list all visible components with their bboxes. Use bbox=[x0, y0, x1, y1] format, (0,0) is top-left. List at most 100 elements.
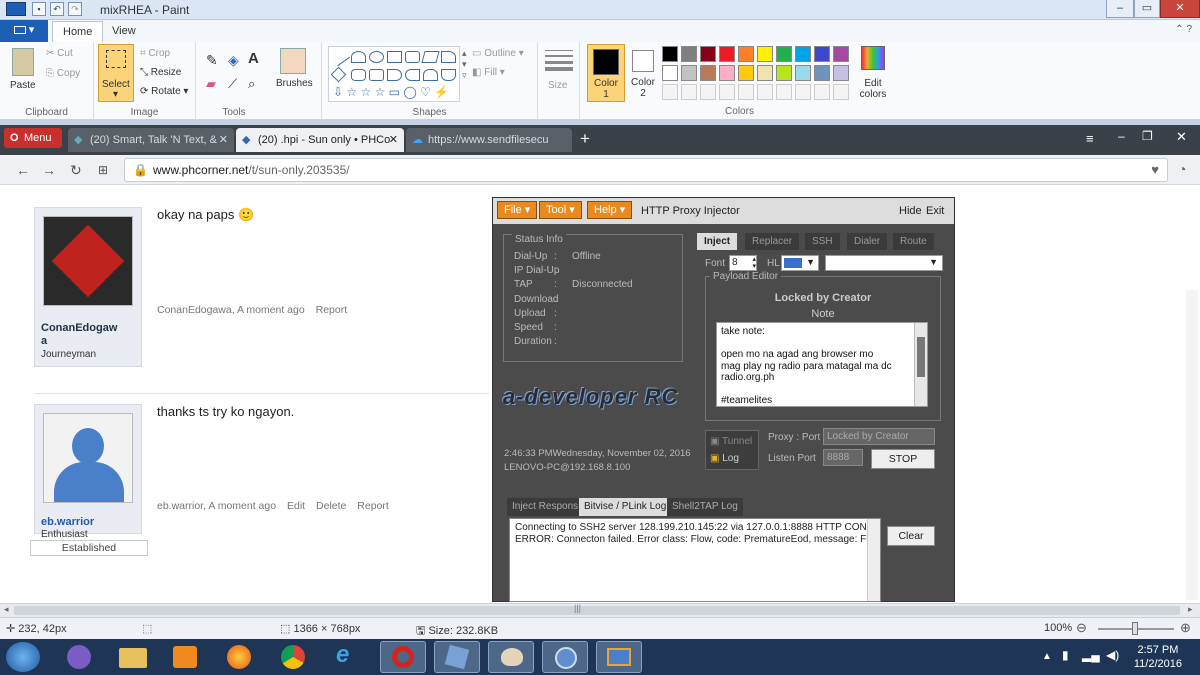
color2-button[interactable]: Color 2 bbox=[628, 44, 658, 102]
palette-swatch[interactable] bbox=[814, 46, 830, 62]
eraser-icon[interactable]: ▰ bbox=[206, 76, 216, 92]
volume-icon[interactable]: ◀) bbox=[1106, 648, 1119, 662]
log-check[interactable]: ▣ Log bbox=[710, 453, 739, 464]
palette-empty-swatch[interactable] bbox=[833, 84, 849, 100]
zoom-in-icon[interactable]: ⊕ bbox=[1180, 620, 1191, 636]
browser-minimize-icon[interactable]: – bbox=[1118, 129, 1125, 143]
palette-empty-swatch[interactable] bbox=[681, 84, 697, 100]
palette-swatch[interactable] bbox=[681, 65, 697, 81]
palette-swatch[interactable] bbox=[738, 46, 754, 62]
zoom-slider[interactable] bbox=[1098, 622, 1174, 635]
viber-icon[interactable] bbox=[56, 641, 102, 673]
palette-empty-swatch[interactable] bbox=[776, 84, 792, 100]
palette-empty-swatch[interactable] bbox=[738, 84, 754, 100]
tab-replacer[interactable]: Replacer bbox=[745, 233, 800, 250]
browser-close-icon[interactable]: ✕ bbox=[1176, 129, 1187, 145]
taskbar-clock[interactable]: 2:57 PM 11/2/2016 bbox=[1134, 643, 1182, 671]
delete-link[interactable]: Delete bbox=[316, 500, 346, 512]
color-picker-icon[interactable]: ⟋ bbox=[228, 76, 237, 92]
tray-device-icon[interactable]: ▮ bbox=[1062, 648, 1069, 662]
chrome-icon[interactable] bbox=[270, 641, 316, 673]
palette-swatch[interactable] bbox=[776, 46, 792, 62]
redo-icon[interactable]: ↷ bbox=[68, 2, 82, 16]
browser-menu-button[interactable]: O Menu bbox=[4, 128, 62, 148]
post-author-time[interactable]: eb.warrior, A moment ago bbox=[157, 500, 276, 512]
rounded-rectangle-icon[interactable] bbox=[405, 51, 420, 63]
tab-inject[interactable]: Inject bbox=[697, 233, 738, 250]
post-author-time[interactable]: ConanEdogawa, A moment ago bbox=[157, 304, 305, 316]
palette-swatch[interactable] bbox=[776, 65, 792, 81]
proxy-port-field[interactable]: Locked by Creator bbox=[823, 428, 935, 445]
browser-restore-icon[interactable]: ❐ bbox=[1142, 129, 1153, 143]
paste-icon[interactable] bbox=[12, 48, 34, 76]
edit-colors-button[interactable]: Edit colors bbox=[858, 46, 888, 102]
palette-swatch[interactable] bbox=[719, 46, 735, 62]
forward-icon[interactable]: → bbox=[42, 162, 56, 178]
crop-button[interactable]: ⌗ Crop bbox=[140, 48, 170, 59]
palette-swatch[interactable] bbox=[795, 46, 811, 62]
pentagon-icon[interactable] bbox=[351, 69, 366, 81]
help-menu[interactable]: Help ▾ bbox=[587, 201, 633, 219]
line-icon[interactable] bbox=[330, 47, 351, 67]
avatar[interactable] bbox=[43, 413, 133, 503]
browser-extension-icon[interactable]: ◔ bbox=[1178, 161, 1186, 177]
shapes-gallery[interactable]: ⇩ ☆ ☆ ☆ ▭ ◯ ♡ ⚡ bbox=[328, 46, 460, 102]
file-menu[interactable]: File ▾ bbox=[497, 201, 538, 219]
remote-app-icon[interactable] bbox=[596, 641, 642, 673]
oval-icon[interactable] bbox=[369, 51, 384, 63]
edit-link[interactable]: Edit bbox=[287, 500, 305, 512]
tab-close-icon[interactable]: ✕ bbox=[219, 128, 228, 152]
bookmark-heart-icon[interactable]: ♥ bbox=[1151, 159, 1159, 181]
rectangle-icon[interactable] bbox=[387, 51, 402, 63]
palette-empty-swatch[interactable] bbox=[795, 84, 811, 100]
save-icon[interactable]: ▪ bbox=[32, 2, 46, 16]
back-icon[interactable]: ← bbox=[16, 162, 30, 178]
help-icon[interactable]: ⌃ ? bbox=[1175, 24, 1192, 35]
palette-swatch[interactable] bbox=[681, 46, 697, 62]
firefox-icon[interactable] bbox=[216, 641, 262, 673]
palette-empty-swatch[interactable] bbox=[700, 84, 716, 100]
username-cont[interactable]: a bbox=[41, 335, 47, 347]
minimize-button[interactable]: – bbox=[1106, 0, 1134, 18]
file-explorer-icon[interactable] bbox=[110, 641, 156, 673]
down-arrow-icon[interactable] bbox=[441, 69, 456, 81]
tab-bitvise-log[interactable]: Bitvise / PLink Log bbox=[579, 498, 672, 516]
resize-button[interactable]: ⤡ Resize bbox=[140, 67, 181, 78]
paste-button[interactable]: Paste bbox=[10, 80, 36, 91]
opera-taskbar-icon[interactable] bbox=[380, 641, 426, 673]
tray-expand-icon[interactable]: ▲ bbox=[1042, 651, 1052, 662]
browser-tab[interactable]: ◆ (20) Smart, Talk 'N Text, & ✕ bbox=[68, 128, 234, 152]
magnifier-icon[interactable]: ⌕ bbox=[248, 76, 255, 92]
tab-ssh[interactable]: SSH bbox=[805, 233, 840, 250]
left-arrow-icon[interactable] bbox=[405, 69, 420, 81]
right-arrow-icon[interactable] bbox=[387, 69, 402, 81]
paint-taskbar-icon[interactable] bbox=[488, 641, 534, 673]
avatar[interactable] bbox=[43, 216, 133, 306]
cut-button[interactable]: ✂ Cut bbox=[46, 48, 73, 59]
tab-view[interactable]: View bbox=[102, 21, 146, 42]
pencil-icon[interactable]: ✎ bbox=[206, 52, 218, 69]
palette-swatch[interactable] bbox=[700, 65, 716, 81]
tab-dialer[interactable]: Dialer bbox=[847, 233, 888, 250]
exit-button[interactable]: Exit bbox=[926, 205, 944, 217]
up-arrow-icon[interactable] bbox=[423, 69, 438, 81]
tunnel-check[interactable]: ▣ Tunnel bbox=[710, 436, 752, 447]
hide-button[interactable]: Hide bbox=[899, 205, 922, 217]
zoom-out-icon[interactable]: ⊖ bbox=[1076, 620, 1087, 636]
palette-swatch[interactable] bbox=[738, 65, 754, 81]
paint-menu-icon[interactable] bbox=[6, 2, 26, 16]
payload-select[interactable]: ▼ bbox=[825, 255, 943, 271]
palette-swatch[interactable] bbox=[814, 65, 830, 81]
palette-empty-swatch[interactable] bbox=[662, 84, 678, 100]
listen-port-field[interactable]: 8888 bbox=[823, 449, 863, 466]
note-scrollbar[interactable] bbox=[914, 323, 927, 406]
clear-button[interactable]: Clear bbox=[887, 526, 935, 546]
tab-inject-response[interactable]: Inject Respons bbox=[507, 498, 584, 516]
hexagon-icon[interactable] bbox=[369, 69, 384, 81]
select-button[interactable]: Select ▾ bbox=[98, 44, 134, 102]
network-app-icon[interactable] bbox=[542, 641, 588, 673]
report-link[interactable]: Report bbox=[316, 304, 348, 316]
tab-menu-icon[interactable]: ≡ bbox=[1086, 131, 1094, 146]
maximize-button[interactable]: ▭ bbox=[1134, 0, 1160, 18]
fill-icon[interactable]: ◈ bbox=[228, 52, 239, 69]
